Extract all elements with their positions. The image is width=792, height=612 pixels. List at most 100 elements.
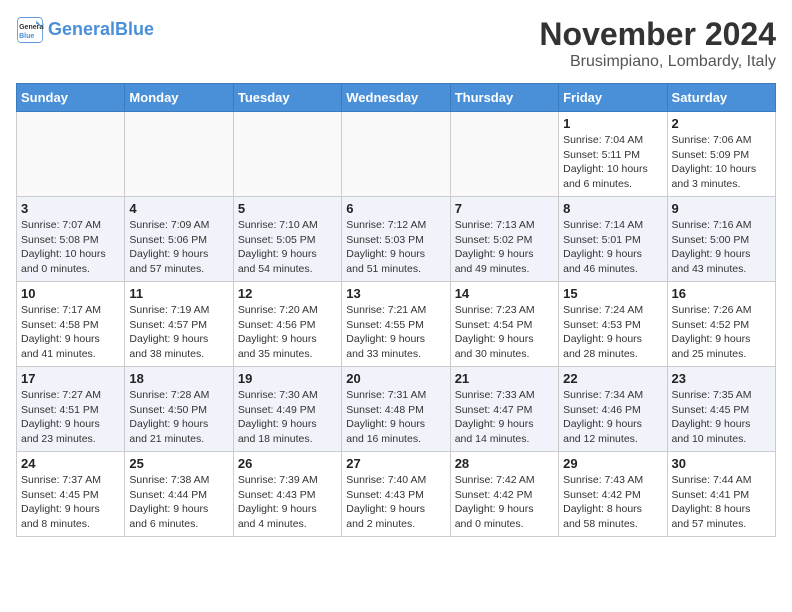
weekday-header-thursday: Thursday xyxy=(450,84,558,112)
day-number: 8 xyxy=(563,201,662,216)
calendar-day-cell: 11 Sunrise: 7:19 AM Sunset: 4:57 PM Dayli… xyxy=(125,282,233,367)
day-info: Sunrise: 7:16 AM Sunset: 5:00 PM Dayligh… xyxy=(672,218,771,277)
logo-icon: General Blue xyxy=(16,16,44,44)
day-info: Sunrise: 7:17 AM Sunset: 4:58 PM Dayligh… xyxy=(21,303,120,362)
logo-line2: Blue xyxy=(115,19,154,39)
weekday-header-monday: Monday xyxy=(125,84,233,112)
day-number: 28 xyxy=(455,456,554,471)
month-title: November 2024 xyxy=(539,16,776,53)
calendar-day-cell: 30Sunrise: 7:44 AM Sunset: 4:41 PM Dayli… xyxy=(667,452,775,537)
day-info: Sunrise: 7:24 AM Sunset: 4:53 PM Dayligh… xyxy=(563,303,662,362)
calendar-day-cell: 25 Sunrise: 7:38 AM Sunset: 4:44 PM Dayli… xyxy=(125,452,233,537)
logo: General Blue GeneralBlue xyxy=(16,16,154,44)
calendar-day-cell xyxy=(342,112,450,197)
weekday-header-wednesday: Wednesday xyxy=(342,84,450,112)
day-number: 13 xyxy=(346,286,445,301)
header: General Blue GeneralBlue November 2024 B… xyxy=(16,16,776,71)
calendar-day-cell: 7 Sunrise: 7:13 AM Sunset: 5:02 PM Daylig… xyxy=(450,197,558,282)
calendar-day-cell xyxy=(17,112,125,197)
day-info: Sunrise: 7:34 AM Sunset: 4:46 PM Dayligh… xyxy=(563,388,662,447)
calendar-day-cell: 14 Sunrise: 7:23 AM Sunset: 4:54 PM Dayli… xyxy=(450,282,558,367)
calendar-day-cell: 20 Sunrise: 7:31 AM Sunset: 4:48 PM Dayli… xyxy=(342,367,450,452)
calendar-day-cell: 24 Sunrise: 7:37 AM Sunset: 4:45 PM Dayli… xyxy=(17,452,125,537)
day-number: 30 xyxy=(672,456,771,471)
day-number: 15 xyxy=(563,286,662,301)
day-number: 9 xyxy=(672,201,771,216)
day-info: Sunrise: 7:28 AM Sunset: 4:50 PM Dayligh… xyxy=(129,388,228,447)
calendar-day-cell xyxy=(450,112,558,197)
calendar-day-cell: 16Sunrise: 7:26 AM Sunset: 4:52 PM Dayli… xyxy=(667,282,775,367)
calendar-day-cell: 19Sunrise: 7:30 AM Sunset: 4:49 PM Dayli… xyxy=(233,367,341,452)
calendar-week-row: 24 Sunrise: 7:37 AM Sunset: 4:45 PM Dayli… xyxy=(17,452,776,537)
day-number: 10 xyxy=(21,286,120,301)
day-number: 24 xyxy=(21,456,120,471)
title-area: November 2024 Brusimpiano, Lombardy, Ita… xyxy=(539,16,776,71)
day-info: Sunrise: 7:19 AM Sunset: 4:57 PM Dayligh… xyxy=(129,303,228,362)
day-info: Sunrise: 7:33 AM Sunset: 4:47 PM Dayligh… xyxy=(455,388,554,447)
day-info: Sunrise: 7:06 AM Sunset: 5:09 PM Dayligh… xyxy=(672,133,771,192)
day-number: 27 xyxy=(346,456,445,471)
day-info: Sunrise: 7:27 AM Sunset: 4:51 PM Dayligh… xyxy=(21,388,120,447)
logo-line1: General xyxy=(48,19,115,39)
calendar-week-row: 10 Sunrise: 7:17 AM Sunset: 4:58 PM Dayli… xyxy=(17,282,776,367)
day-number: 29 xyxy=(563,456,662,471)
day-number: 22 xyxy=(563,371,662,386)
calendar-day-cell: 21 Sunrise: 7:33 AM Sunset: 4:47 PM Dayli… xyxy=(450,367,558,452)
calendar-week-row: 17 Sunrise: 7:27 AM Sunset: 4:51 PM Dayli… xyxy=(17,367,776,452)
day-info: Sunrise: 7:43 AM Sunset: 4:42 PM Dayligh… xyxy=(563,473,662,532)
calendar-day-cell: 18 Sunrise: 7:28 AM Sunset: 4:50 PM Dayli… xyxy=(125,367,233,452)
day-number: 6 xyxy=(346,201,445,216)
day-number: 3 xyxy=(21,201,120,216)
weekday-header-tuesday: Tuesday xyxy=(233,84,341,112)
day-info: Sunrise: 7:39 AM Sunset: 4:43 PM Dayligh… xyxy=(238,473,337,532)
calendar-day-cell: 12Sunrise: 7:20 AM Sunset: 4:56 PM Dayli… xyxy=(233,282,341,367)
day-info: Sunrise: 7:04 AM Sunset: 5:11 PM Dayligh… xyxy=(563,133,662,192)
day-info: Sunrise: 7:20 AM Sunset: 4:56 PM Dayligh… xyxy=(238,303,337,362)
calendar-day-cell: 29 Sunrise: 7:43 AM Sunset: 4:42 PM Dayli… xyxy=(559,452,667,537)
calendar-day-cell: 23Sunrise: 7:35 AM Sunset: 4:45 PM Dayli… xyxy=(667,367,775,452)
day-number: 1 xyxy=(563,116,662,131)
calendar-day-cell: 15 Sunrise: 7:24 AM Sunset: 4:53 PM Dayli… xyxy=(559,282,667,367)
day-number: 19 xyxy=(238,371,337,386)
calendar-day-cell: 9 Sunrise: 7:16 AM Sunset: 5:00 PM Daylig… xyxy=(667,197,775,282)
weekday-header-friday: Friday xyxy=(559,84,667,112)
day-number: 21 xyxy=(455,371,554,386)
day-info: Sunrise: 7:40 AM Sunset: 4:43 PM Dayligh… xyxy=(346,473,445,532)
day-number: 11 xyxy=(129,286,228,301)
day-info: Sunrise: 7:07 AM Sunset: 5:08 PM Dayligh… xyxy=(21,218,120,277)
calendar-day-cell: 3 Sunrise: 7:07 AM Sunset: 5:08 PM Daylig… xyxy=(17,197,125,282)
calendar-table: SundayMondayTuesdayWednesdayThursdayFrid… xyxy=(16,83,776,537)
day-number: 4 xyxy=(129,201,228,216)
calendar-day-cell: 22 Sunrise: 7:34 AM Sunset: 4:46 PM Dayli… xyxy=(559,367,667,452)
day-info: Sunrise: 7:14 AM Sunset: 5:01 PM Dayligh… xyxy=(563,218,662,277)
calendar-day-cell: 17 Sunrise: 7:27 AM Sunset: 4:51 PM Dayli… xyxy=(17,367,125,452)
calendar-day-cell: 8 Sunrise: 7:14 AM Sunset: 5:01 PM Daylig… xyxy=(559,197,667,282)
day-number: 20 xyxy=(346,371,445,386)
day-number: 2 xyxy=(672,116,771,131)
day-info: Sunrise: 7:10 AM Sunset: 5:05 PM Dayligh… xyxy=(238,218,337,277)
day-number: 25 xyxy=(129,456,228,471)
day-info: Sunrise: 7:38 AM Sunset: 4:44 PM Dayligh… xyxy=(129,473,228,532)
day-info: Sunrise: 7:23 AM Sunset: 4:54 PM Dayligh… xyxy=(455,303,554,362)
weekday-header-sunday: Sunday xyxy=(17,84,125,112)
day-number: 14 xyxy=(455,286,554,301)
calendar-day-cell: 6Sunrise: 7:12 AM Sunset: 5:03 PM Daylig… xyxy=(342,197,450,282)
day-info: Sunrise: 7:35 AM Sunset: 4:45 PM Dayligh… xyxy=(672,388,771,447)
day-info: Sunrise: 7:37 AM Sunset: 4:45 PM Dayligh… xyxy=(21,473,120,532)
day-info: Sunrise: 7:13 AM Sunset: 5:02 PM Dayligh… xyxy=(455,218,554,277)
logo-text: GeneralBlue xyxy=(48,20,154,40)
calendar-day-cell xyxy=(233,112,341,197)
day-number: 17 xyxy=(21,371,120,386)
day-number: 16 xyxy=(672,286,771,301)
day-number: 7 xyxy=(455,201,554,216)
day-info: Sunrise: 7:31 AM Sunset: 4:48 PM Dayligh… xyxy=(346,388,445,447)
day-number: 18 xyxy=(129,371,228,386)
calendar-day-cell: 27 Sunrise: 7:40 AM Sunset: 4:43 PM Dayli… xyxy=(342,452,450,537)
calendar-day-cell: 10 Sunrise: 7:17 AM Sunset: 4:58 PM Dayli… xyxy=(17,282,125,367)
calendar-week-row: 1 Sunrise: 7:04 AM Sunset: 5:11 PM Daylig… xyxy=(17,112,776,197)
weekday-header-saturday: Saturday xyxy=(667,84,775,112)
calendar-day-cell: 1 Sunrise: 7:04 AM Sunset: 5:11 PM Daylig… xyxy=(559,112,667,197)
calendar-day-cell: 4Sunrise: 7:09 AM Sunset: 5:06 PM Daylig… xyxy=(125,197,233,282)
calendar-day-cell: 28Sunrise: 7:42 AM Sunset: 4:42 PM Dayli… xyxy=(450,452,558,537)
location-title: Brusimpiano, Lombardy, Italy xyxy=(539,53,776,71)
